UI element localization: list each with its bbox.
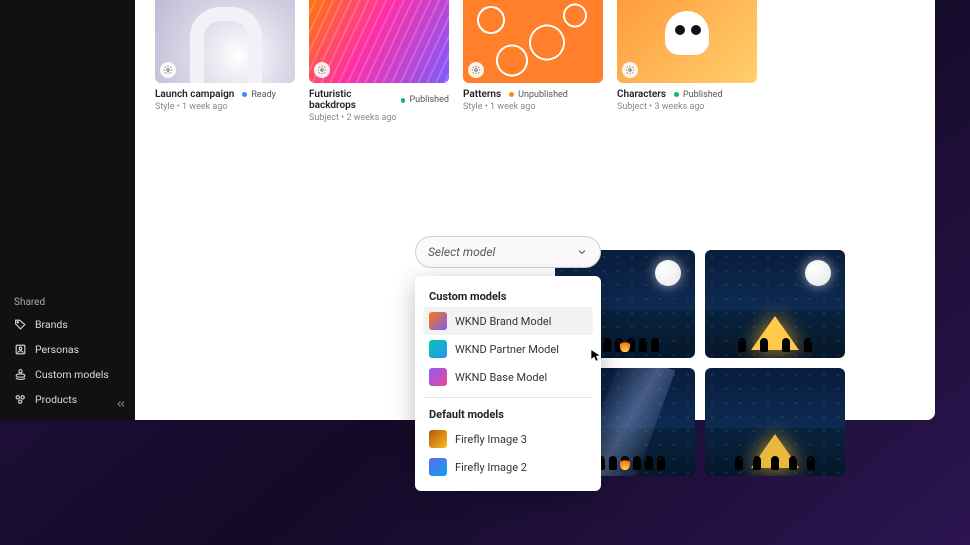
model-swatch-icon xyxy=(429,430,447,448)
gear-icon xyxy=(622,62,638,78)
card-status: Unpublished xyxy=(518,90,568,100)
layers-icon xyxy=(14,368,27,381)
card-status: Published xyxy=(683,90,723,100)
model-select-wrapper: Select model Custom models WKND Brand Mo… xyxy=(415,236,601,268)
card-meta: Subject • 2 weeks ago xyxy=(309,113,449,123)
status-dot-icon xyxy=(242,92,247,97)
card-meta: Style • 1 week ago xyxy=(463,102,603,112)
model-option-label: WKND Partner Model xyxy=(455,343,559,356)
card-title: Characters xyxy=(617,89,666,100)
model-card[interactable]: Patterns Unpublished Style • 1 week ago xyxy=(463,0,603,123)
model-select[interactable]: Select model xyxy=(415,236,601,268)
dropdown-section-default: Default models xyxy=(423,404,593,425)
model-option[interactable]: Firefly Image 3 xyxy=(423,425,593,453)
chevron-down-icon xyxy=(576,246,588,258)
model-option[interactable]: WKND Brand Model xyxy=(423,307,593,335)
model-dropdown: Custom models WKND Brand Model WKND Partn… xyxy=(415,276,601,491)
sidebar-item-label: Custom models xyxy=(35,368,109,381)
model-option-label: Firefly Image 2 xyxy=(455,461,527,474)
dropdown-divider xyxy=(425,397,591,398)
model-swatch-icon xyxy=(429,458,447,476)
card-meta: Style • 1 week ago xyxy=(155,102,295,112)
model-option-label: WKND Base Model xyxy=(455,371,547,384)
model-swatch-icon xyxy=(429,368,447,386)
status-dot-icon xyxy=(509,92,514,97)
model-swatch-icon xyxy=(429,312,447,330)
model-option[interactable]: WKND Base Model xyxy=(423,363,593,391)
products-icon xyxy=(14,393,27,406)
sidebar-item-personas[interactable]: Personas xyxy=(0,337,135,362)
card-thumbnail xyxy=(155,0,295,83)
model-row: Launch campaignReady Style • 1 week ago … xyxy=(155,0,915,123)
generated-image[interactable] xyxy=(705,250,845,358)
model-option[interactable]: WKND Partner Model xyxy=(423,335,593,363)
chevron-double-left-icon xyxy=(115,398,127,410)
sidebar-collapse-button[interactable] xyxy=(115,395,127,414)
sidebar-item-custom-models[interactable]: Custom models xyxy=(0,362,135,387)
model-option-label: WKND Brand Model xyxy=(455,315,551,328)
card-status: Ready xyxy=(251,90,276,100)
tag-icon xyxy=(14,318,27,331)
card-thumbnail xyxy=(617,0,757,83)
model-card[interactable]: Characters Published Subject • 3 weeks ag… xyxy=(617,0,757,123)
sidebar-item-label: Personas xyxy=(35,343,79,356)
generated-image[interactable] xyxy=(705,368,845,476)
status-dot-icon xyxy=(674,92,679,97)
card-title: Launch campaign xyxy=(155,89,234,100)
dropdown-section-custom: Custom models xyxy=(423,286,593,307)
model-select-placeholder: Select model xyxy=(428,245,495,259)
persona-icon xyxy=(14,343,27,356)
gear-icon xyxy=(314,62,330,78)
model-option[interactable]: Firefly Image 2 xyxy=(423,453,593,481)
sidebar-item-brands[interactable]: Brands xyxy=(0,312,135,337)
card-thumbnail xyxy=(463,0,603,83)
model-option-label: Firefly Image 3 xyxy=(455,433,527,446)
cursor-icon xyxy=(589,348,603,367)
model-card[interactable]: Futuristic backdrops Published Subject • … xyxy=(309,0,449,123)
gear-icon xyxy=(160,62,176,78)
sidebar: Shared Brands Personas Custom models Pro… xyxy=(0,0,135,420)
card-thumbnail xyxy=(309,0,449,83)
model-swatch-icon xyxy=(429,340,447,358)
model-card[interactable]: Launch campaign Ready Style • 1 week ago xyxy=(155,0,295,123)
status-dot-icon xyxy=(401,98,406,103)
card-title: Patterns xyxy=(463,89,501,100)
sidebar-section-shared: Shared xyxy=(0,289,135,312)
card-status: Published xyxy=(409,95,449,105)
sidebar-item-label: Brands xyxy=(35,318,68,331)
sidebar-item-label: Products xyxy=(35,393,77,406)
gear-icon xyxy=(468,62,484,78)
card-title: Futuristic backdrops xyxy=(309,89,393,111)
card-meta: Subject • 3 weeks ago xyxy=(617,102,757,112)
